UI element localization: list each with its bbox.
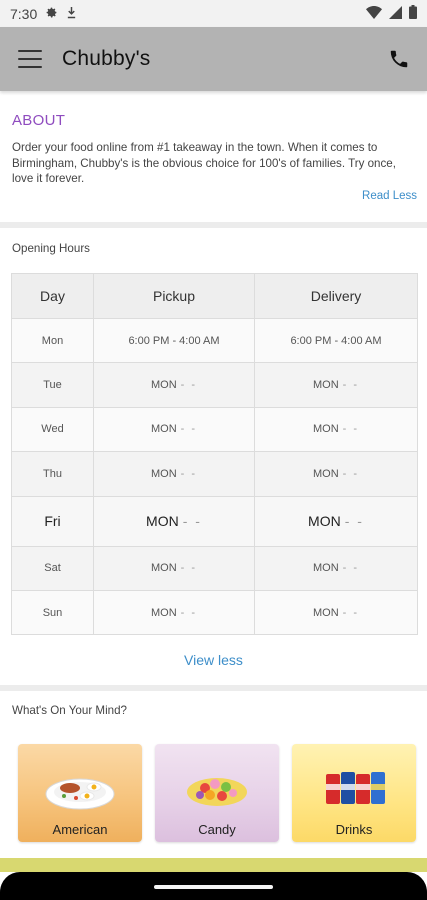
candy-icon [155, 758, 279, 818]
download-icon [66, 6, 77, 22]
phone-icon[interactable] [385, 45, 413, 73]
table-row: Tue MON - - MON - - [11, 362, 418, 408]
home-indicator[interactable] [154, 885, 273, 889]
header-day: Day [11, 273, 94, 319]
delivery-cell: MON - - [254, 451, 418, 497]
category-label: Drinks [335, 822, 373, 837]
table-row: Mon 6:00 PM - 4:00 AM 6:00 PM - 4:00 AM [11, 317, 418, 364]
category-card-candy[interactable]: Candy [155, 744, 279, 842]
pickup-cell: MON - - [93, 495, 255, 547]
category-label: Candy [198, 822, 236, 837]
pickup-cell: MON - - [93, 589, 255, 636]
table-header-row: Day Pickup Delivery [11, 273, 418, 319]
pickup-cell: MON - - [93, 406, 255, 453]
table-row-today: Fri MON - - MON - - [11, 495, 418, 547]
category-card-drinks[interactable]: Drinks [292, 744, 416, 842]
app-bar: Chubby's [0, 27, 427, 91]
system-navigation-bar [0, 872, 427, 900]
bottom-strip [0, 858, 427, 872]
opening-hours-title: Opening Hours [12, 242, 90, 255]
gear-icon [45, 6, 58, 22]
day-cell: Tue [11, 362, 94, 408]
about-title: ABOUT [12, 112, 66, 129]
opening-hours-table: Day Pickup Delivery Mon 6:00 PM - 4:00 A… [11, 273, 418, 636]
section-divider [0, 222, 427, 228]
table-row: Thu MON - - MON - - [11, 451, 418, 497]
status-time: 7:30 [10, 5, 38, 22]
delivery-cell: 6:00 PM - 4:00 AM [254, 317, 418, 364]
day-cell: Sun [11, 589, 94, 636]
header-pickup: Pickup [93, 273, 255, 319]
day-cell: Mon [11, 317, 94, 364]
header-delivery: Delivery [254, 273, 418, 319]
app-title: Chubby's [62, 47, 151, 70]
hamburger-menu-icon[interactable] [18, 50, 42, 68]
view-less-link[interactable]: View less [0, 652, 427, 668]
categories-title: What's On Your Mind? [12, 704, 127, 717]
signal-icon [389, 5, 402, 22]
day-cell: Fri [11, 495, 94, 547]
wifi-icon [366, 5, 382, 22]
pickup-cell: MON - - [93, 545, 255, 591]
delivery-cell: MON - - [254, 589, 418, 636]
category-card-american[interactable]: American [18, 744, 142, 842]
table-row: Sun MON - - MON - - [11, 589, 418, 636]
status-bar: 7:30 [0, 0, 427, 27]
read-less-link[interactable]: Read Less [362, 190, 417, 202]
delivery-cell: MON - - [254, 362, 418, 408]
about-section: ABOUT Order your food online from #1 tak… [0, 98, 427, 222]
table-row: Sat MON - - MON - - [11, 545, 418, 591]
soda-cans-icon [292, 758, 416, 818]
category-list: American Candy Drinks [18, 744, 416, 842]
section-divider [0, 685, 427, 691]
delivery-cell: MON - - [254, 495, 418, 547]
day-cell: Sat [11, 545, 94, 591]
pickup-cell: MON - - [93, 362, 255, 408]
day-cell: Wed [11, 406, 94, 453]
american-food-icon [18, 758, 142, 818]
day-cell: Thu [11, 451, 94, 497]
pickup-cell: 6:00 PM - 4:00 AM [93, 317, 255, 364]
battery-icon [409, 5, 417, 22]
delivery-cell: MON - - [254, 406, 418, 453]
about-text: Order your food online from #1 takeaway … [12, 141, 396, 185]
pickup-cell: MON - - [93, 451, 255, 497]
delivery-cell: MON - - [254, 545, 418, 591]
table-row: Wed MON - - MON - - [11, 406, 418, 453]
category-label: American [52, 822, 108, 837]
